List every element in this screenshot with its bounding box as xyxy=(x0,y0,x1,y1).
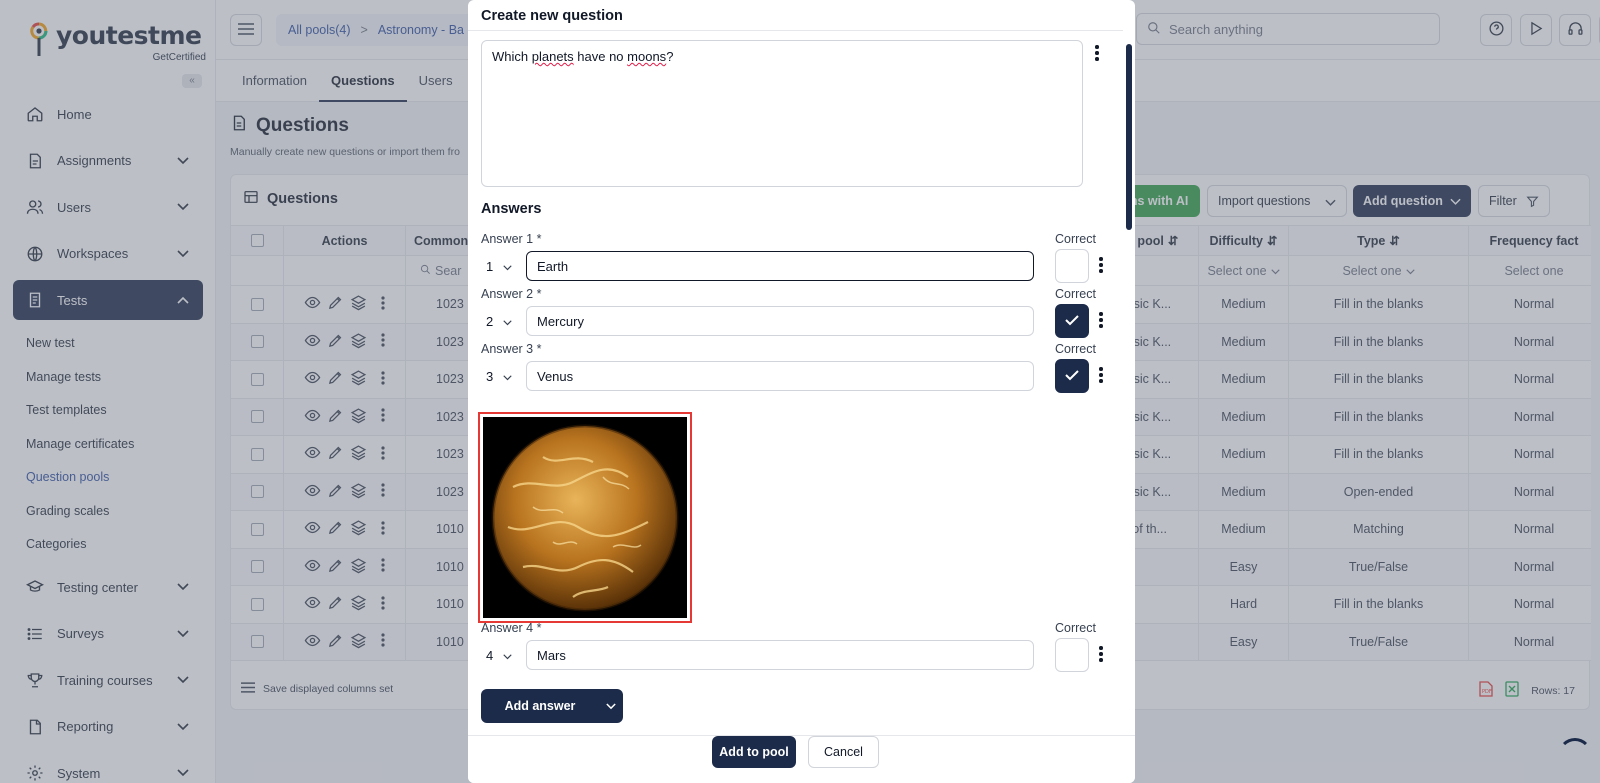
answer-2-order-select[interactable]: 2 xyxy=(481,306,525,336)
checkmark-icon xyxy=(1065,314,1079,329)
chevron-down-icon xyxy=(503,314,512,329)
answer-1-more-menu[interactable] xyxy=(1098,257,1104,273)
correct-label: Correct xyxy=(1055,232,1096,246)
cancel-button[interactable]: Cancel xyxy=(808,736,879,768)
app-window: youtestme GetCertified « Home Assignment… xyxy=(0,0,1600,783)
chevron-down-icon xyxy=(503,648,512,663)
dialog-body: Which planets have no moons? Answers Ans… xyxy=(468,30,1123,735)
answer-4-more-menu[interactable] xyxy=(1098,646,1104,662)
question-more-menu[interactable] xyxy=(1094,45,1100,61)
correct-label: Correct xyxy=(1055,287,1096,301)
add-to-pool-button[interactable]: Add to pool xyxy=(712,736,796,768)
loading-spinner xyxy=(1558,738,1592,772)
answer-1-label: Answer 1 * xyxy=(481,232,542,246)
create-question-dialog: Create new question Which planets have n… xyxy=(468,0,1135,783)
answer-1-order-select[interactable]: 1 xyxy=(481,251,525,281)
answer-3-label: Answer 3 * xyxy=(481,342,542,356)
answers-heading: Answers xyxy=(481,201,542,217)
add-answer-label: Add answer xyxy=(504,699,576,713)
answer-2-correct-checkbox[interactable] xyxy=(1055,304,1089,338)
answer-order-value: 2 xyxy=(486,313,494,329)
correct-label: Correct xyxy=(1055,621,1096,635)
answer-3-input[interactable]: Venus xyxy=(526,361,1034,391)
answer-4-input[interactable]: Mars xyxy=(526,640,1034,670)
answer-3-more-menu[interactable] xyxy=(1098,367,1104,383)
correct-label: Correct xyxy=(1055,342,1096,356)
answer-order-value: 3 xyxy=(486,368,494,384)
answer-2-input[interactable]: Mercury xyxy=(526,306,1034,336)
answer-image-selected[interactable] xyxy=(478,412,692,623)
answer-4-label: Answer 4 * xyxy=(481,621,542,635)
checkmark-icon xyxy=(1065,369,1079,384)
dialog-title: Create new question xyxy=(481,8,623,24)
answer-1-input[interactable]: Earth xyxy=(526,251,1034,281)
answer-3-correct-checkbox[interactable] xyxy=(1055,359,1089,393)
answer-4-order-select[interactable]: 4 xyxy=(481,640,525,670)
answer-4-correct-checkbox[interactable] xyxy=(1055,638,1089,672)
add-answer-button[interactable]: Add answer xyxy=(481,689,623,723)
answer-2-more-menu[interactable] xyxy=(1098,312,1104,328)
chevron-down-icon xyxy=(503,369,512,384)
answer-order-value: 4 xyxy=(486,647,494,663)
answer-1-correct-checkbox[interactable] xyxy=(1055,249,1089,283)
venus-image xyxy=(483,417,687,618)
chevron-down-icon xyxy=(503,259,512,274)
answer-2-label: Answer 2 * xyxy=(481,287,542,301)
chevron-down-icon[interactable] xyxy=(599,689,623,723)
dialog-scrollbar[interactable] xyxy=(1126,44,1132,230)
dialog-footer: Add to pool Cancel xyxy=(468,735,1135,783)
answer-order-value: 1 xyxy=(486,258,494,274)
answer-3-order-select[interactable]: 3 xyxy=(481,361,525,391)
question-text: Which planets have no moons? xyxy=(492,49,674,64)
question-text-editor[interactable]: Which planets have no moons? xyxy=(481,40,1083,187)
